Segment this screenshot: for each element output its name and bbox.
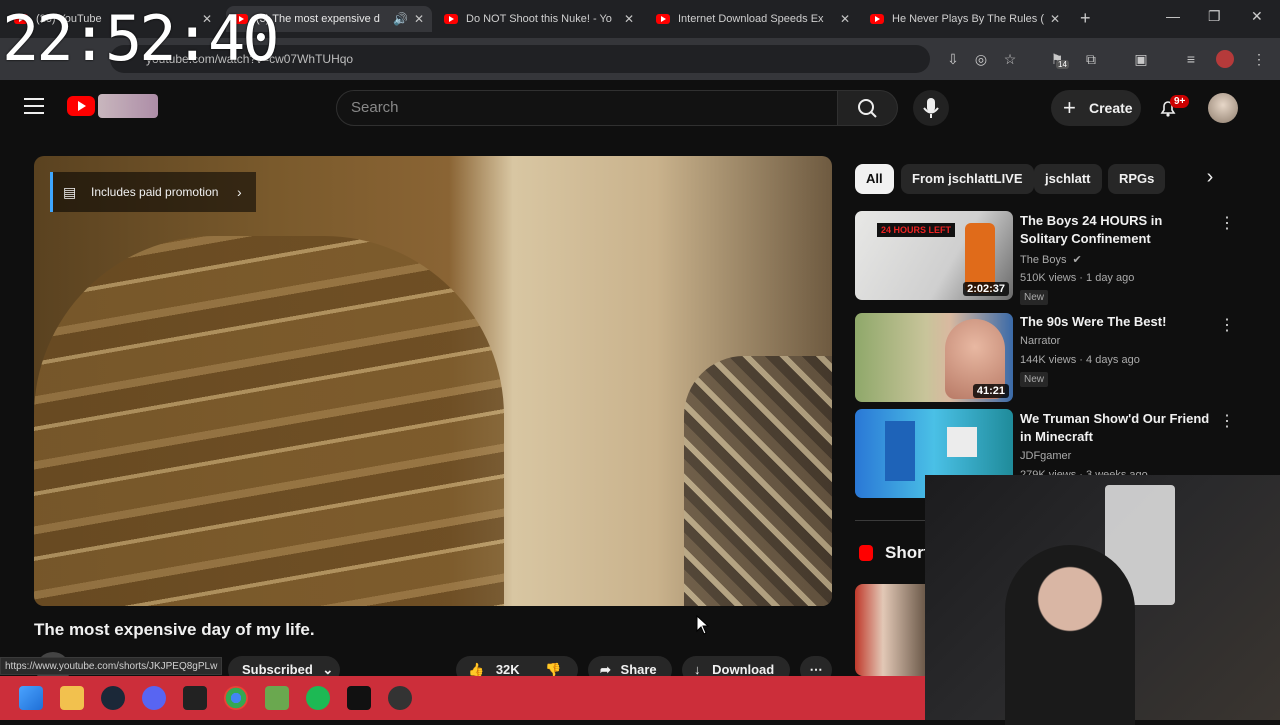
more-options-icon[interactable]: ⋮ xyxy=(1219,411,1235,431)
install-icon[interactable]: ⇩ xyxy=(944,50,962,68)
more-horizontal-icon: ⋯ xyxy=(809,662,823,677)
discord-icon[interactable] xyxy=(142,686,166,710)
browser-tab-rules[interactable]: He Never Plays By The Rules ( ✕ xyxy=(862,6,1068,32)
file-explorer-icon[interactable] xyxy=(60,686,84,710)
profile-avatar[interactable] xyxy=(1216,50,1234,68)
webcam-overlay xyxy=(925,475,1280,725)
status-bar-url: https://www.youtube.com/shorts/JKJPEQ8gP… xyxy=(0,657,223,675)
more-options-icon[interactable]: ⋮ xyxy=(1219,213,1235,233)
microphone-icon xyxy=(923,98,939,118)
create-button[interactable]: + Create xyxy=(1051,90,1141,126)
new-tab-icon[interactable]: + xyxy=(1080,8,1091,29)
stream-clock: 22:52:40 xyxy=(2,2,280,75)
short-thumbnail[interactable] xyxy=(855,584,925,676)
eye-off-icon[interactable]: ◎ xyxy=(972,50,990,68)
download-icon: ↓ xyxy=(694,662,701,677)
recommendation-channel[interactable]: Narrator xyxy=(1020,335,1060,347)
chevron-right-icon: › xyxy=(237,184,242,200)
recommendation-title[interactable]: The 90s Were The Best! xyxy=(1020,313,1210,331)
thumbnail-figure xyxy=(947,427,977,457)
recommendation-title[interactable]: We Truman Show'd Our Friend in Minecraft xyxy=(1020,410,1210,446)
bookmark-star-icon[interactable]: ☆ xyxy=(1001,50,1019,68)
close-icon[interactable]: ✕ xyxy=(414,12,424,26)
video-frame-person xyxy=(34,236,504,606)
windows-taskbar xyxy=(0,676,925,720)
video-title: The most expensive day of my life. xyxy=(34,620,315,639)
recommendation-title[interactable]: The Boys 24 HOURS in Solitary Confinemen… xyxy=(1020,212,1210,248)
chevron-down-icon: ⌄ xyxy=(322,662,334,677)
restore-icon[interactable]: ❐ xyxy=(1208,8,1221,25)
shorts-logo-icon xyxy=(859,545,873,561)
extension-badge: 14 xyxy=(1056,60,1069,69)
close-icon[interactable]: ✕ xyxy=(624,12,634,26)
minecraft-icon[interactable] xyxy=(265,686,289,710)
close-icon[interactable]: ✕ xyxy=(840,12,850,26)
video-duration: 2:02:37 xyxy=(963,282,1009,296)
recommendation-meta: 510K views · 1 day ago xyxy=(1020,272,1135,284)
paid-promotion-banner[interactable]: ▤ Includes paid promotion › xyxy=(50,172,256,212)
youtube-logo-icon[interactable] xyxy=(67,96,95,116)
close-icon[interactable]: ✕ xyxy=(1050,12,1060,26)
new-badge: New xyxy=(1020,290,1049,305)
chrome-icon[interactable] xyxy=(224,686,248,710)
voice-search-button[interactable] xyxy=(913,90,949,126)
shorts-heading: Shorts xyxy=(885,543,925,562)
thumbnail-text: 24 HOURS LEFT xyxy=(877,223,956,237)
divider xyxy=(855,520,925,521)
browser-tab-nuke[interactable]: Do NOT Shoot this Nuke! - Yo ✕ xyxy=(436,6,642,32)
youtube-favicon-icon xyxy=(444,14,458,24)
doodle-logo-icon[interactable] xyxy=(98,94,158,118)
search-button[interactable] xyxy=(838,90,898,126)
chip-rpgs[interactable]: RPGs xyxy=(1108,164,1166,194)
mouse-cursor-icon xyxy=(696,615,710,635)
account-avatar[interactable] xyxy=(1208,93,1238,123)
hamburger-menu-icon[interactable] xyxy=(24,98,44,114)
recommendation-thumbnail[interactable]: 24 HOURS LEFT 2:02:37 xyxy=(855,211,1013,300)
like-count: 32K xyxy=(495,662,520,677)
recommendation-thumbnail[interactable]: 41:21 xyxy=(855,313,1013,402)
recommendation-channel[interactable]: JDFgamer xyxy=(1020,450,1071,462)
puzzle-icon[interactable]: ⧉ xyxy=(1082,50,1100,68)
chip-all[interactable]: All xyxy=(855,164,894,194)
search-input[interactable]: Search xyxy=(336,90,838,126)
notification-count-badge: 9+ xyxy=(1170,95,1190,108)
verified-icon: ✔ xyxy=(1072,254,1082,266)
video-frame-second-person xyxy=(684,356,832,606)
recommendation-channel[interactable]: The Boys ✔ xyxy=(1020,253,1082,266)
close-window-icon[interactable]: ✕ xyxy=(1251,8,1263,25)
share-icon: ➦ xyxy=(600,662,611,677)
windows-start-icon[interactable] xyxy=(19,686,43,710)
video-duration: 41:21 xyxy=(972,384,1009,398)
spotify-icon[interactable] xyxy=(306,686,330,710)
capcut-icon[interactable] xyxy=(347,686,371,710)
chips-next-icon[interactable]: › xyxy=(1198,166,1222,192)
thumbs-up-icon[interactable]: 👍 xyxy=(468,662,484,677)
video-player[interactable] xyxy=(34,156,832,606)
new-badge: New xyxy=(1020,372,1049,387)
youtube-favicon-icon xyxy=(656,14,670,24)
search-icon xyxy=(858,99,877,118)
roblox-icon[interactable] xyxy=(183,686,207,710)
browser-tab-download-speeds[interactable]: Internet Download Speeds Ex ✕ xyxy=(648,6,858,32)
media-icon[interactable]: ≡ xyxy=(1182,50,1200,68)
sidebar-icon[interactable]: ▣ xyxy=(1132,50,1150,68)
more-options-icon[interactable]: ⋮ xyxy=(1219,315,1235,335)
youtube-favicon-icon xyxy=(870,14,884,24)
thumbs-down-icon[interactable]: 👎 xyxy=(545,662,561,677)
steam-icon[interactable] xyxy=(101,686,125,710)
thumbnail-figure xyxy=(885,421,915,481)
chip-from-channel[interactable]: From jschlattLIVE xyxy=(901,164,1034,194)
speaker-icon[interactable]: 🔊 xyxy=(393,12,408,26)
promotion-icon: ▤ xyxy=(63,184,77,200)
plus-icon: + xyxy=(1063,95,1076,120)
more-menu-icon[interactable]: ⋮ xyxy=(1250,50,1268,68)
minimize-icon[interactable]: — xyxy=(1166,8,1180,24)
streamer-figure xyxy=(1005,545,1135,725)
recommendation-meta: 144K views · 4 days ago xyxy=(1020,354,1140,366)
chip-jschlatt[interactable]: jschlatt xyxy=(1034,164,1102,194)
obs-icon[interactable] xyxy=(388,686,412,710)
